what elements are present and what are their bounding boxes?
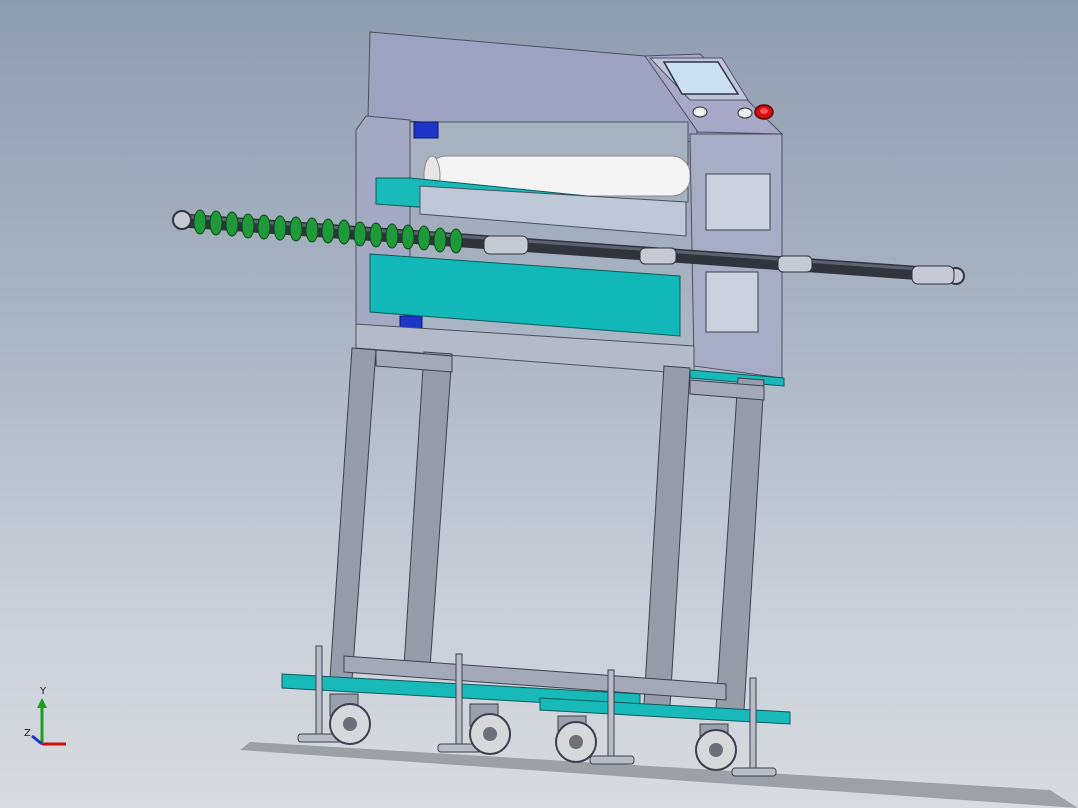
shaft-end-collar-right	[911, 265, 955, 285]
y-axis-label: Y	[40, 686, 47, 697]
shaft-clamp-left	[483, 235, 529, 255]
cad-viewport[interactable]: Y Z	[0, 0, 1078, 808]
floor-shadow	[240, 742, 1078, 808]
axis-triad: Y Z	[22, 684, 82, 754]
leg-front-right	[643, 365, 691, 707]
stop-button[interactable]	[737, 107, 753, 119]
leg-back-right	[715, 377, 765, 711]
leg-front-left	[329, 347, 377, 681]
spring-coil	[193, 209, 463, 254]
leg-back-left	[403, 351, 453, 669]
emergency-stop-cap	[760, 108, 768, 114]
shaft-clamp-right	[777, 255, 813, 273]
machine-model[interactable]	[0, 0, 1078, 808]
shaft-clamp-mid	[639, 247, 677, 265]
right-housing-window-bottom	[705, 271, 759, 333]
axis-triad-icon	[31, 698, 66, 746]
motor-block-bottom	[399, 315, 423, 329]
right-housing-window-top	[705, 173, 771, 231]
shaft-end-left	[172, 210, 192, 230]
motor-block-top	[413, 121, 439, 139]
z-axis-label: Z	[24, 728, 31, 739]
start-button[interactable]	[692, 106, 708, 118]
